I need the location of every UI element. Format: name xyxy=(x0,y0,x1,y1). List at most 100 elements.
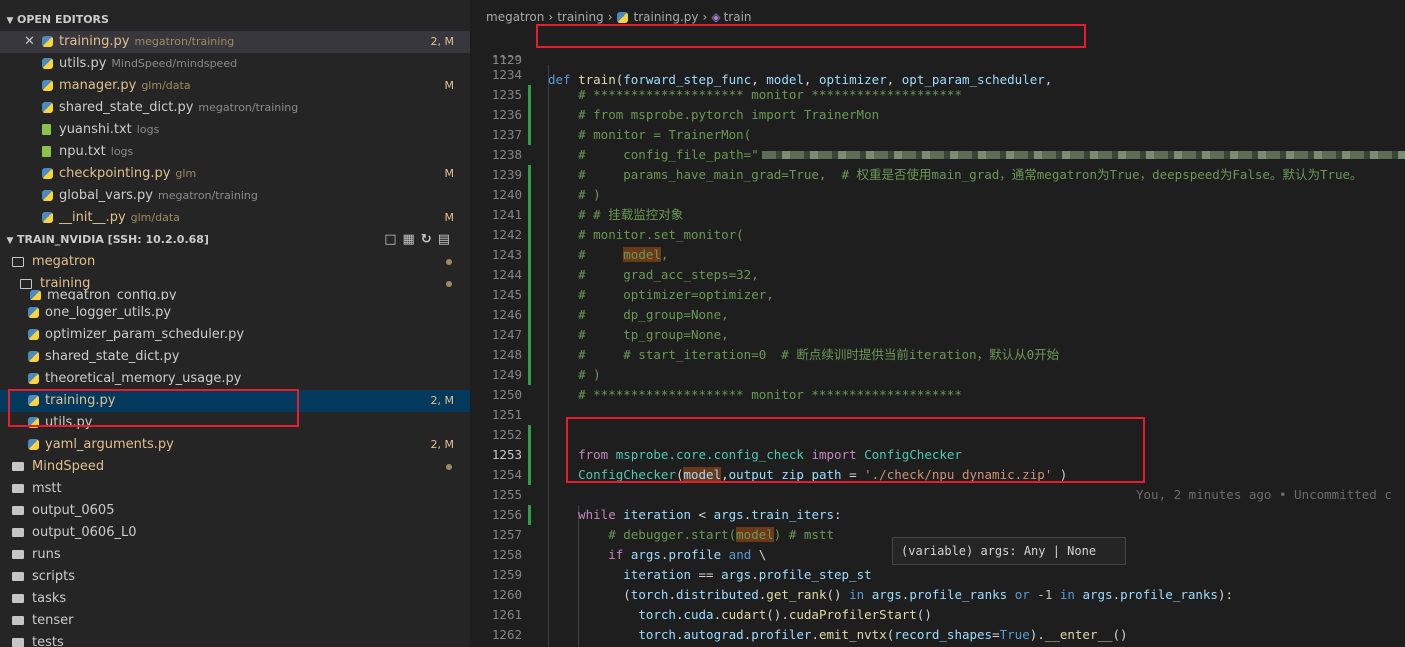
python-file-icon xyxy=(28,439,39,450)
python-file-icon xyxy=(42,36,53,47)
chevron-right-icon: › xyxy=(702,10,708,24)
python-file-icon xyxy=(28,395,39,406)
open-editor-item[interactable]: ✕ training.py megatron/training 2, M xyxy=(0,31,470,53)
code-line[interactable]: 1246 # dp_group=None, xyxy=(470,305,1405,325)
file-item[interactable]: optimizer_param_scheduler.py xyxy=(0,324,470,346)
chevron-down-icon: ▼ xyxy=(6,16,14,26)
code-line[interactable]: 1259 (torch.distributed.get_rank() in ar… xyxy=(470,565,1405,602)
explorer-root-header[interactable]: ▼ TRAIN_NVIDIA [SSH: 10.2.0.68] □▦↻▤ xyxy=(0,229,470,251)
folder-item[interactable]: tenser xyxy=(0,610,470,632)
file-item[interactable]: yaml_arguments.py 2, M xyxy=(0,434,470,456)
breadcrumb-item[interactable]: train xyxy=(724,10,752,24)
python-file-icon xyxy=(42,102,53,113)
folder-item[interactable]: MindSpeed xyxy=(0,456,470,478)
modified-dot-icon xyxy=(446,281,452,287)
text-file-icon xyxy=(42,124,51,135)
collapse-all-icon[interactable]: ▤ xyxy=(438,232,456,247)
python-file-icon xyxy=(42,190,53,201)
folder-item[interactable]: output_0605 xyxy=(0,500,470,522)
code-line[interactable]: 1254 xyxy=(470,465,1405,485)
code-line[interactable]: 1239 # params_have_main_grad=True, # 权重是… xyxy=(470,165,1405,185)
file-item[interactable]: shared_state_dict.py xyxy=(0,346,470,368)
code-line-current[interactable]: 1253 ConfigChecker(model,output_zip_path… xyxy=(470,445,1405,502)
code-line[interactable]: 1256 # debugger.start(model) # mstt xyxy=(470,505,1405,542)
code-line[interactable]: 1244 # grad_acc_steps=32, xyxy=(470,265,1405,285)
open-editor-item[interactable]: __init__.py glm/data M xyxy=(0,207,470,229)
folder-item[interactable]: mstt xyxy=(0,478,470,500)
code-line[interactable]: 1245 # optimizer=optimizer, xyxy=(470,285,1405,305)
code-line[interactable]: 1248 # # start_iteration=0 # 断点续训时提供当前it… xyxy=(470,345,1405,365)
text-file-icon xyxy=(42,146,51,157)
breadcrumb-item[interactable]: training.py xyxy=(634,10,699,24)
code-line[interactable]: 1236 # from msprobe.pytorch import Train… xyxy=(470,105,1405,125)
status-badge: 2, M xyxy=(430,438,454,451)
folder-item[interactable]: tasks xyxy=(0,588,470,610)
breadcrumb-item[interactable]: training xyxy=(557,10,604,24)
file-item-partial[interactable]: megatron_config.py xyxy=(0,290,470,300)
status-badge: M xyxy=(444,79,455,92)
refresh-icon[interactable]: ↻ xyxy=(421,232,438,247)
status-badge: 2, M xyxy=(430,35,454,48)
open-editor-item[interactable]: npu.txt logs xyxy=(0,141,470,163)
open-editors-header[interactable]: ▼ OPEN EDITORS xyxy=(0,9,470,31)
folder-item[interactable]: tests xyxy=(0,632,470,647)
file-item[interactable]: theoretical_memory_usage.py xyxy=(0,368,470,390)
open-folder-icon xyxy=(12,256,24,267)
file-item[interactable]: utils.py xyxy=(0,412,470,434)
explorer-sidebar: ▼ OPEN EDITORS ✕ training.py megatron/trai… xyxy=(0,0,470,647)
code-line[interactable]: 1255 while iteration < args.train_iters: xyxy=(470,485,1405,522)
open-editor-item[interactable]: yuanshi.txt logs xyxy=(0,119,470,141)
file-item[interactable]: one_logger_utils.py xyxy=(0,302,470,324)
python-file-icon xyxy=(30,290,41,300)
folder-icon xyxy=(12,550,24,559)
python-file-icon xyxy=(28,351,39,362)
code-line[interactable]: 1242 # monitor.set_monitor( xyxy=(470,225,1405,245)
new-folder-icon[interactable]: ▦ xyxy=(403,232,421,247)
python-file-icon xyxy=(28,329,39,340)
folder-icon xyxy=(12,528,24,537)
open-editor-item[interactable]: global_vars.py megatron/training xyxy=(0,185,470,207)
code-line[interactable]: 1240 # ) xyxy=(470,185,1405,205)
code-line[interactable]: 1241 # # 挂载监控对象 xyxy=(470,205,1405,225)
folder-megatron[interactable]: megatron xyxy=(0,251,470,273)
folder-icon xyxy=(12,594,24,603)
python-file-icon xyxy=(616,12,628,23)
folder-item[interactable]: output_0606_L0 xyxy=(0,522,470,544)
folder-item[interactable]: scripts xyxy=(0,566,470,588)
code-line[interactable]: 1251 xyxy=(470,405,1405,425)
open-editor-item[interactable]: shared_state_dict.py megatron/training xyxy=(0,97,470,119)
open-editor-item[interactable]: manager.py glm/data M xyxy=(0,75,470,97)
code-line[interactable]: 1243 # model, xyxy=(470,245,1405,265)
code-line[interactable]: 1261 torch.autograd.profiler.emit_nvtx(r… xyxy=(470,605,1405,642)
python-file-icon xyxy=(42,212,53,223)
code-line[interactable]: 1262 xyxy=(470,625,1405,645)
status-badge: 2, M xyxy=(430,394,454,407)
cube-icon: ◈ xyxy=(711,10,721,24)
code-line[interactable]: 1260 torch.cuda.cudart().cudaProfilerSta… xyxy=(470,585,1405,622)
code-line[interactable]: 1237 # monitor = TrainerMon( xyxy=(470,125,1405,145)
status-badge: M xyxy=(444,211,455,224)
new-file-icon[interactable]: □ xyxy=(384,232,402,247)
folder-icon xyxy=(12,572,24,581)
folder-icon xyxy=(12,506,24,515)
chevron-right-icon: › xyxy=(607,10,613,24)
code-line[interactable]: 1250 # ******************** monitor ****… xyxy=(470,385,1405,405)
code-line[interactable]: 1247 # tp_group=None, xyxy=(470,325,1405,345)
code-line[interactable]: 1234 xyxy=(470,65,1405,85)
folder-item[interactable]: runs xyxy=(0,544,470,566)
breadcrumb-item[interactable]: megatron xyxy=(486,10,544,24)
code-line[interactable]: 1233 one_logger.store_set('get_e2e_base_… xyxy=(470,45,1405,59)
close-icon[interactable]: ✕ xyxy=(24,31,35,53)
breadcrumb: megatron › training › training.py › ◈ train xyxy=(486,10,752,24)
code-line[interactable]: 1249 # ) xyxy=(470,365,1405,385)
folder-icon xyxy=(12,484,24,493)
open-editor-item[interactable]: checkpointing.py glm M xyxy=(0,163,470,185)
python-file-icon xyxy=(28,307,39,318)
code-line[interactable]: 1235 # ******************** monitor ****… xyxy=(470,85,1405,105)
file-item-selected[interactable]: training.py 2, M xyxy=(0,390,470,412)
python-file-icon xyxy=(42,80,53,91)
code-line[interactable]: 1238 # config_file_path=" xyxy=(470,145,1405,165)
code-line[interactable]: 1252 from msprobe.core.config_check impo… xyxy=(470,425,1405,462)
open-editor-item[interactable]: utils.py MindSpeed/mindspeed xyxy=(0,53,470,75)
modified-dot-icon xyxy=(446,464,452,470)
